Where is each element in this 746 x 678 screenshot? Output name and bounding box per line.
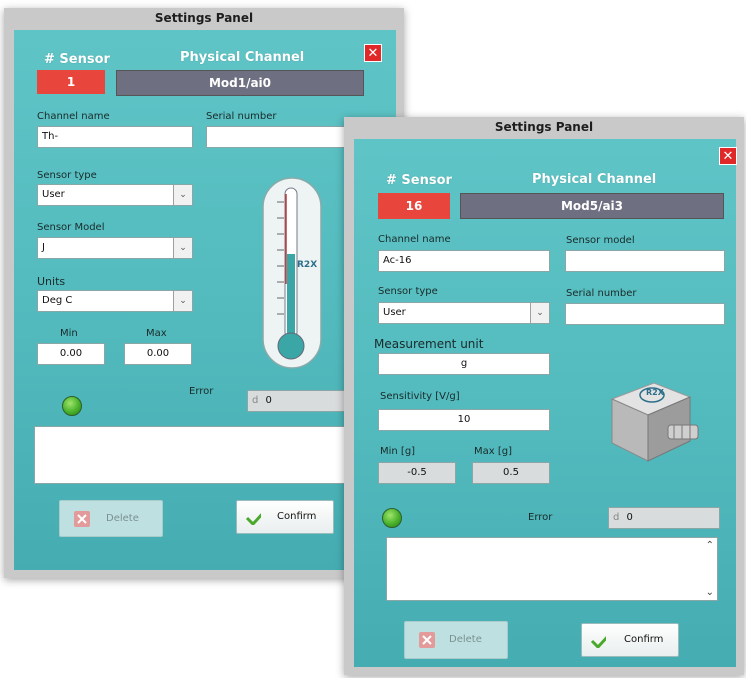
min-label: Min [60, 328, 78, 339]
delete-x-icon [74, 511, 90, 527]
channel-name-field[interactable]: Ac-16 [378, 250, 550, 272]
sensitivity-label: Sensitivity [V/g] [380, 391, 460, 402]
sensor-model-value: J [42, 242, 45, 253]
sensor-number-value: 1 [37, 70, 105, 94]
chevron-down-icon[interactable]: ⌄ [706, 587, 714, 598]
physical-channel-value: Mod5/ai3 [460, 193, 724, 219]
confirm-button[interactable]: Confirm [581, 623, 679, 657]
measurement-unit-field[interactable]: g [378, 353, 550, 375]
chevron-down-icon[interactable]: ⌄ [173, 291, 192, 311]
sensor-type-select[interactable]: User ⌄ [378, 302, 550, 324]
status-led-icon [62, 396, 82, 416]
settings-panel-body: ✕ # Sensor Physical Channel 1 Mod1/ai0 C… [14, 30, 397, 570]
units-value: Deg C [42, 295, 73, 306]
serial-number-field[interactable] [565, 303, 725, 325]
sensor-type-value: User [383, 307, 406, 318]
chevron-down-icon[interactable]: ⌄ [530, 303, 549, 323]
delete-button[interactable]: Delete [59, 500, 163, 537]
confirm-button[interactable]: Confirm [236, 500, 334, 534]
error-prefix: d [252, 395, 259, 406]
physical-channel-value: Mod1/ai0 [116, 70, 364, 96]
window-title: Settings Panel [494, 120, 594, 134]
max-label: Max [146, 328, 167, 339]
measurement-unit-label: Measurement unit [374, 337, 484, 351]
sensor-type-value: User [42, 189, 65, 200]
close-button[interactable]: ✕ [719, 147, 737, 165]
delete-label: Delete [449, 634, 482, 645]
sensor-type-label: Sensor type [37, 170, 97, 181]
checkmark-icon [590, 636, 606, 648]
confirm-label: Confirm [624, 634, 664, 645]
chevron-down-icon[interactable]: ⌄ [173, 185, 192, 205]
confirm-label: Confirm [277, 511, 317, 522]
window-title: Settings Panel [154, 11, 254, 25]
error-value: 0 [265, 395, 272, 406]
sensor-type-select[interactable]: User ⌄ [37, 184, 193, 206]
min-label: Min [g] [380, 446, 416, 457]
error-prefix: d [613, 512, 620, 523]
min-field: -0.5 [378, 462, 456, 484]
max-label: Max [g] [474, 446, 513, 457]
status-led-icon [382, 508, 402, 528]
sensor-number-header: # Sensor [44, 52, 110, 67]
channel-name-label: Channel name [378, 234, 451, 245]
physical-channel-header: Physical Channel [180, 50, 305, 65]
units-select[interactable]: Deg C ⌄ [37, 290, 193, 312]
sensor-number-header: # Sensor [386, 173, 452, 188]
close-button[interactable]: ✕ [364, 44, 382, 62]
serial-number-label: Serial number [566, 288, 637, 299]
accelerometer-sensor-icon [610, 382, 699, 462]
sensor-number-value: 16 [378, 193, 450, 219]
delete-x-icon [419, 632, 435, 648]
min-field[interactable]: 0.00 [37, 343, 105, 365]
error-value: 0 [626, 512, 633, 523]
serial-number-label: Serial number [206, 111, 277, 122]
message-textarea[interactable]: ⌃ ⌄ [34, 426, 364, 484]
error-field: d 0 [608, 507, 720, 529]
channel-name-label: Channel name [37, 111, 110, 122]
thermometer-logo: R2X [297, 260, 318, 270]
chevron-down-icon[interactable]: ⌄ [173, 238, 192, 258]
sensor-type-label: Sensor type [378, 286, 438, 297]
sensor-model-label: Sensor model [566, 235, 635, 246]
sensor-logo: R2X [646, 388, 664, 397]
message-textarea[interactable]: ⌃ ⌄ [386, 537, 718, 601]
max-field[interactable]: 0.00 [124, 343, 192, 365]
thermometer-icon [262, 177, 322, 369]
sensor-model-field[interactable] [565, 250, 725, 272]
chevron-up-icon[interactable]: ⌃ [706, 540, 714, 551]
channel-name-field[interactable]: Th- [37, 126, 193, 148]
error-label: Error [528, 512, 553, 523]
close-icon: ✕ [722, 149, 734, 164]
close-icon: ✕ [367, 46, 379, 61]
settings-window-accelerometer: Settings Panel ✕ # Sensor Physical Chann… [344, 117, 744, 675]
max-field: 0.5 [472, 462, 550, 484]
sensitivity-field[interactable]: 10 [378, 409, 550, 431]
sensor-model-select[interactable]: J ⌄ [37, 237, 193, 259]
physical-channel-header: Physical Channel [532, 172, 657, 187]
delete-button[interactable]: Delete [404, 621, 508, 659]
sensor-model-label: Sensor Model [37, 222, 105, 233]
checkmark-icon [245, 513, 261, 525]
units-label: Units [37, 275, 66, 288]
settings-panel-body: ✕ # Sensor Physical Channel 16 Mod5/ai3 … [354, 139, 737, 667]
delete-label: Delete [106, 513, 139, 524]
error-label: Error [189, 386, 214, 397]
